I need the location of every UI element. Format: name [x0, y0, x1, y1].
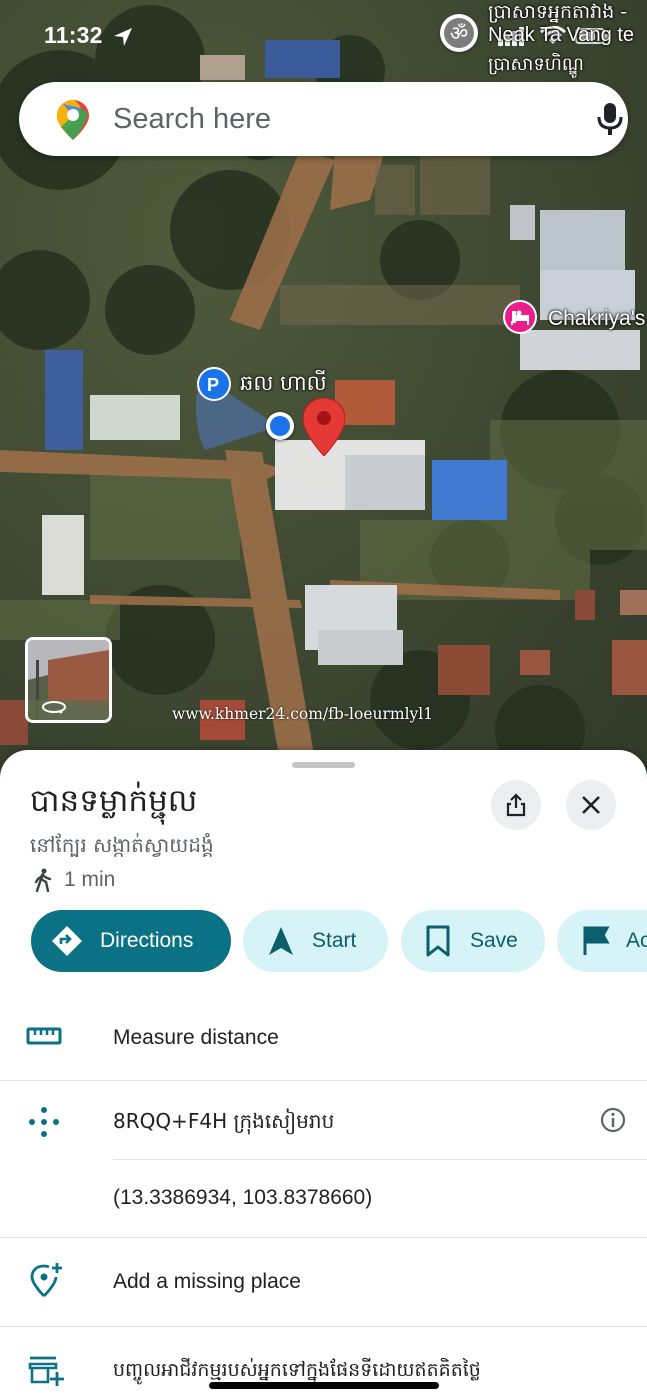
start-button[interactable]: Start	[243, 910, 388, 972]
plus-code-row[interactable]: 8RQQ+F4H ក្រុងសៀមរាប	[0, 1082, 647, 1160]
dropped-pin-icon[interactable]	[303, 398, 345, 456]
add-location-icon	[30, 1263, 62, 1297]
svg-text:P: P	[207, 375, 219, 395]
start-label: Start	[312, 929, 357, 952]
microphone-icon[interactable]	[595, 102, 625, 136]
watermark: www.khmer24.com/fb-loeurmlyl1	[172, 705, 434, 723]
sheet-drag-handle[interactable]	[292, 762, 355, 768]
street-view-thumbnail[interactable]	[25, 637, 112, 723]
coordinates-row[interactable]: (13.3386934, 103.8378660)	[0, 1160, 647, 1238]
parking-label[interactable]: ឆល ហាលី	[240, 370, 327, 401]
walking-icon	[34, 868, 52, 892]
divider	[0, 1326, 647, 1327]
directions-label: Directions	[100, 929, 194, 952]
rotate-360-icon	[42, 701, 66, 714]
hindu-temple-icon[interactable]: ॐ	[440, 14, 478, 52]
walk-time-label: 1 min	[64, 868, 116, 891]
plus-code-value[interactable]: 8RQQ+F4H ក្រុងសៀមរាប	[113, 1108, 334, 1138]
share-button[interactable]	[491, 780, 541, 830]
plus-code-icon	[29, 1107, 59, 1137]
close-button[interactable]	[566, 780, 616, 830]
save-label: Save	[470, 929, 518, 952]
add-missing-place-row[interactable]: Add a missing place	[0, 1238, 647, 1326]
location-services-icon	[114, 28, 132, 46]
google-maps-logo-icon	[57, 100, 89, 140]
home-indicator[interactable]	[209, 1382, 439, 1389]
flag-icon	[583, 926, 610, 955]
place-sheet: បានទម្លាក់ម្ជុល នៅក្បែរ សង្កាត់ស្វាយដង្គ…	[0, 750, 647, 1400]
action-chips: Directions Start Save Ac	[0, 910, 647, 974]
directions-icon	[52, 926, 82, 956]
navigation-arrow-icon	[269, 927, 293, 955]
add-label-button[interactable]: Ac	[557, 910, 647, 972]
close-icon	[582, 796, 600, 814]
info-icon[interactable]	[599, 1106, 627, 1134]
measure-distance-row[interactable]: Measure distance	[0, 998, 647, 1078]
search-placeholder[interactable]: Search here	[113, 103, 271, 136]
divider	[0, 1080, 647, 1081]
temple-category-label: ប្រាសាទហិណ្ឌូ	[488, 54, 584, 75]
temple-label[interactable]: Neak Ta Vang te	[488, 24, 634, 47]
measure-distance-label: Measure distance	[113, 1026, 279, 1049]
add-label-label: Ac	[626, 929, 647, 952]
add-business-row[interactable]: បញ្ចូលអាជីវកម្មរបស់អ្នកទៅក្នុងផែនទីដោយឥត…	[0, 1328, 647, 1400]
save-button[interactable]: Save	[401, 910, 545, 972]
current-location-dot	[266, 412, 294, 440]
ruler-icon	[26, 1027, 62, 1045]
add-business-icon	[28, 1356, 64, 1386]
status-time: 11:32	[44, 22, 103, 48]
coordinates-value[interactable]: (13.3386934, 103.8378660)	[113, 1186, 372, 1210]
place-subtitle: នៅក្បែរ សង្កាត់ស្វាយដង្គំ	[30, 833, 214, 857]
map-view[interactable]: 11:32 ॐ ប្រាសាទអ្នកតាវាង - Neak Ta Vang …	[0, 0, 647, 790]
hotel-label[interactable]: Chakriya's	[548, 307, 645, 331]
share-icon	[506, 793, 526, 817]
add-missing-place-label: Add a missing place	[113, 1270, 301, 1293]
search-bar[interactable]: Search here	[19, 82, 628, 156]
bookmark-icon	[426, 925, 450, 957]
hotel-icon[interactable]	[503, 300, 537, 334]
place-title: បានទម្លាក់ម្ជុល	[30, 783, 198, 819]
parking-icon[interactable]: P	[197, 367, 231, 401]
directions-button[interactable]: Directions	[31, 910, 231, 972]
